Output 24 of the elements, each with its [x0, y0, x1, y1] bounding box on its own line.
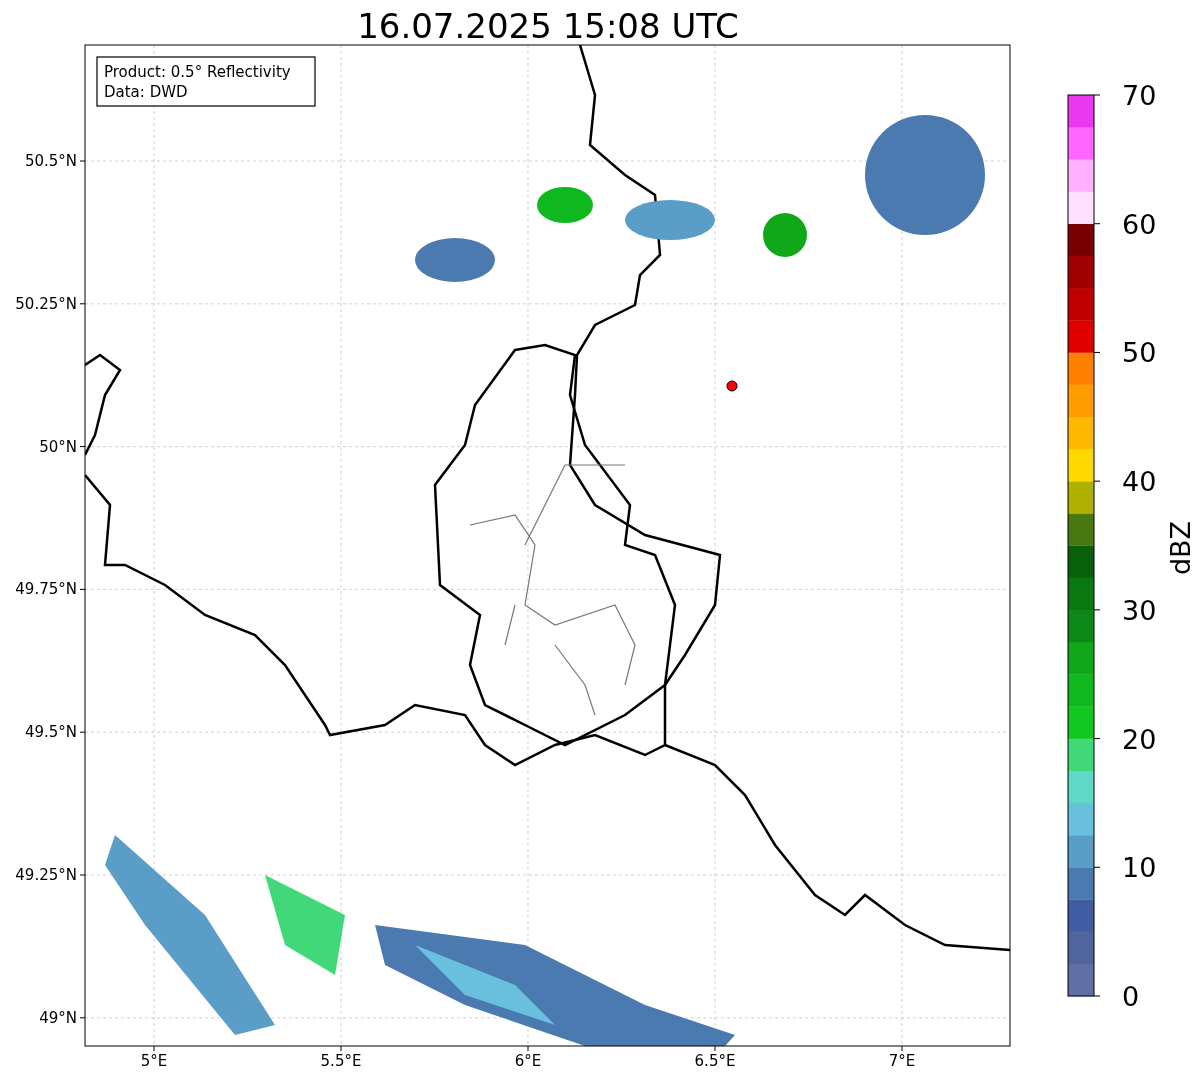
axis-tick-label: 7°E	[888, 1052, 916, 1070]
axis-tick-label: 50.25°N	[15, 294, 77, 313]
colorbar-label: dBZ	[1165, 520, 1196, 576]
axis-tick-label: 50°N	[39, 437, 77, 456]
axis-tick-label: 6.5°E	[694, 1052, 736, 1070]
axis-tick-label: 49.5°N	[24, 723, 77, 742]
info-text: Product: 0.5° Reflectivity	[104, 63, 291, 81]
axis-tick-label: 49°N	[39, 1008, 77, 1027]
axis-tick-label: 49.25°N	[15, 866, 77, 884]
colorbar-tick-label: 70	[1122, 80, 1157, 111]
colorbar-tick-label: 50	[1122, 337, 1157, 369]
axis-tick-label: 5°E	[140, 1052, 168, 1070]
colorbar-tick-label: 60	[1122, 208, 1157, 240]
axis-tick-label: 50.5°N	[24, 152, 77, 170]
colorbar-tick-label: 10	[1122, 852, 1157, 884]
axis-tick-label: 5.5°E	[320, 1052, 362, 1070]
axis-tick-label: 6°E	[514, 1052, 542, 1070]
colorbar-tick-label: 0	[1122, 981, 1140, 1012]
colorbar-tick-label: 40	[1122, 466, 1157, 498]
info-text: Data: DWD	[104, 83, 188, 101]
chart-title: 16.07.2025 15:08 UTC	[357, 6, 739, 46]
colorbar-tick-label: 20	[1122, 723, 1157, 755]
axis-tick-label: 49.75°N	[15, 580, 77, 599]
colorbar-tick-label: 30	[1122, 594, 1157, 626]
